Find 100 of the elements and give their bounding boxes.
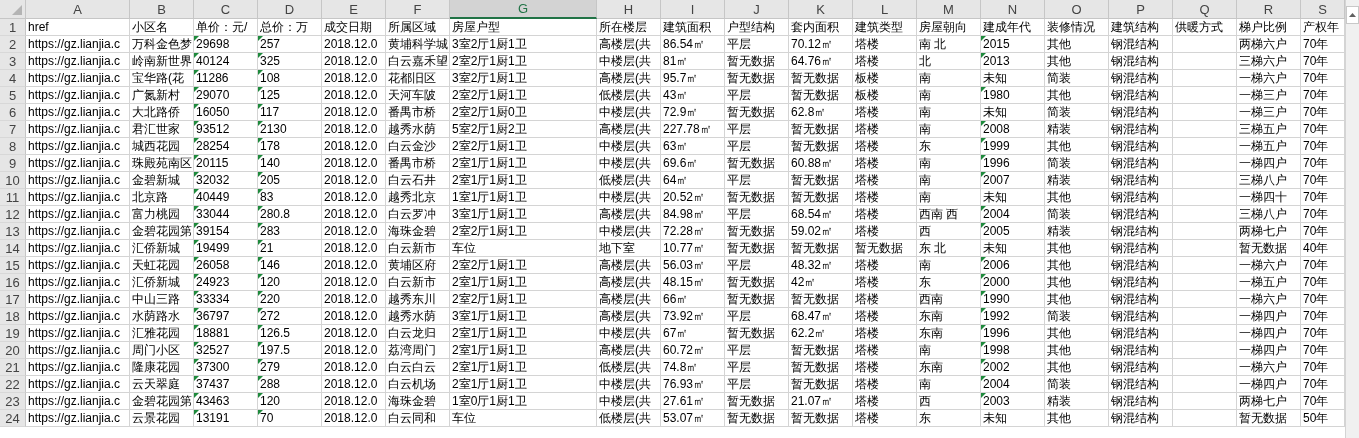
row-header[interactable]: 13 — [0, 223, 26, 240]
empty-cell — [1173, 325, 1237, 342]
column-header[interactable]: L — [853, 0, 917, 19]
select-all-corner[interactable] — [0, 0, 26, 19]
table-cell: 简装 — [1045, 376, 1109, 393]
table-cell: 低楼层(共 — [597, 172, 661, 189]
table-cell: 2018.12.0 — [322, 376, 386, 393]
table-cell: 小区名 — [130, 19, 194, 36]
table-cell: 68.47㎡ — [789, 308, 853, 325]
table-cell: 32527 — [194, 342, 258, 359]
row-header[interactable]: 22 — [0, 376, 26, 393]
row-header[interactable]: 4 — [0, 70, 26, 87]
row-header[interactable]: 11 — [0, 189, 26, 206]
table-cell: 125 — [258, 87, 322, 104]
column-header[interactable]: J — [725, 0, 789, 19]
column-header[interactable]: B — [130, 0, 194, 19]
row-header[interactable]: 19 — [0, 325, 26, 342]
table-cell: 24923 — [194, 274, 258, 291]
table-cell: 83 — [258, 189, 322, 206]
table-cell: 钢混结构 — [1109, 308, 1173, 325]
table-cell: 中楼层(共 — [597, 104, 661, 121]
table-cell: 2018.12.0 — [322, 257, 386, 274]
column-header[interactable]: G — [450, 0, 597, 19]
table-cell: 塔楼 — [853, 206, 917, 223]
table-cell: 未知 — [981, 240, 1045, 257]
column-header[interactable]: E — [322, 0, 386, 19]
row-header[interactable]: 8 — [0, 138, 26, 155]
column-header[interactable]: O — [1045, 0, 1109, 19]
row-header[interactable]: 20 — [0, 342, 26, 359]
table-cell: 43㎡ — [661, 87, 725, 104]
table-cell: 279 — [258, 359, 322, 376]
table-cell: 汇雅花园 — [130, 325, 194, 342]
row-header[interactable]: 15 — [0, 257, 26, 274]
table-cell: 11286 — [194, 70, 258, 87]
column-header[interactable]: R — [1237, 0, 1301, 19]
table-cell: 海珠金碧 — [386, 223, 450, 240]
column-header[interactable]: F — [386, 0, 450, 19]
table-cell: 君汇世家 — [130, 121, 194, 138]
column-header[interactable]: I — [661, 0, 725, 19]
column-header[interactable]: A — [26, 0, 130, 19]
empty-cell — [1173, 308, 1237, 325]
row-header[interactable]: 1 — [0, 19, 26, 36]
table-cell: 暂无数据 — [725, 291, 789, 308]
row-header[interactable]: 9 — [0, 155, 26, 172]
table-cell: 2室1厅1厨1卫 — [450, 342, 597, 359]
row-header[interactable]: 16 — [0, 274, 26, 291]
table-cell: https://gz.lianjia.c — [26, 36, 130, 53]
table-cell: 146 — [258, 257, 322, 274]
row-header[interactable]: 12 — [0, 206, 26, 223]
table-cell: 钢混结构 — [1109, 53, 1173, 70]
table-cell: 29698 — [194, 36, 258, 53]
table-cell: 宝华路(花 — [130, 70, 194, 87]
table-cell: 西 — [917, 223, 981, 240]
table-cell: 钢混结构 — [1109, 240, 1173, 257]
vertical-scrollbar[interactable] — [1345, 0, 1359, 438]
column-header[interactable]: M — [917, 0, 981, 19]
table-cell: 暂无数据 — [725, 104, 789, 121]
column-header[interactable]: S — [1301, 0, 1345, 19]
row-header[interactable]: 24 — [0, 410, 26, 427]
table-cell: 钢混结构 — [1109, 70, 1173, 87]
table-cell: 其他 — [1045, 87, 1109, 104]
row-header[interactable]: 5 — [0, 87, 26, 104]
table-cell: 白云罗冲 — [386, 206, 450, 223]
table-cell: 钢混结构 — [1109, 138, 1173, 155]
table-cell: https://gz.lianjia.c — [26, 104, 130, 121]
table-cell: 隆康花园 — [130, 359, 194, 376]
table-cell: 越秀北京 — [386, 189, 450, 206]
table-cell: 2018.12.0 — [322, 274, 386, 291]
table-cell: 2007 — [981, 172, 1045, 189]
row-header[interactable]: 7 — [0, 121, 26, 138]
row-header[interactable]: 18 — [0, 308, 26, 325]
table-cell: 其他 — [1045, 325, 1109, 342]
column-header[interactable]: D — [258, 0, 322, 19]
row-header[interactable]: 17 — [0, 291, 26, 308]
row-header[interactable]: 23 — [0, 393, 26, 410]
row-header[interactable]: 21 — [0, 359, 26, 376]
table-cell: 塔楼 — [853, 359, 917, 376]
row-header[interactable]: 10 — [0, 172, 26, 189]
table-cell: 27.61㎡ — [661, 393, 725, 410]
table-cell: https://gz.lianjia.c — [26, 342, 130, 359]
column-header[interactable]: P — [1109, 0, 1173, 19]
table-cell: 中楼层(共 — [597, 189, 661, 206]
table-cell: https://gz.lianjia.c — [26, 155, 130, 172]
table-cell: 塔楼 — [853, 172, 917, 189]
column-header[interactable]: N — [981, 0, 1045, 19]
table-cell: 套内面积 — [789, 19, 853, 36]
scroll-up-button[interactable] — [1346, 6, 1359, 24]
column-header[interactable]: K — [789, 0, 853, 19]
row-header[interactable]: 14 — [0, 240, 26, 257]
table-cell: 其他 — [1045, 36, 1109, 53]
table-cell: 中楼层(共 — [597, 393, 661, 410]
column-header[interactable]: H — [597, 0, 661, 19]
column-header[interactable]: C — [194, 0, 258, 19]
row-header[interactable]: 3 — [0, 53, 26, 70]
table-cell: 1996 — [981, 155, 1045, 172]
row-header[interactable]: 2 — [0, 36, 26, 53]
column-header[interactable]: Q — [1173, 0, 1237, 19]
row-header[interactable]: 6 — [0, 104, 26, 121]
empty-cell — [1173, 410, 1237, 427]
empty-cell — [1173, 240, 1237, 257]
